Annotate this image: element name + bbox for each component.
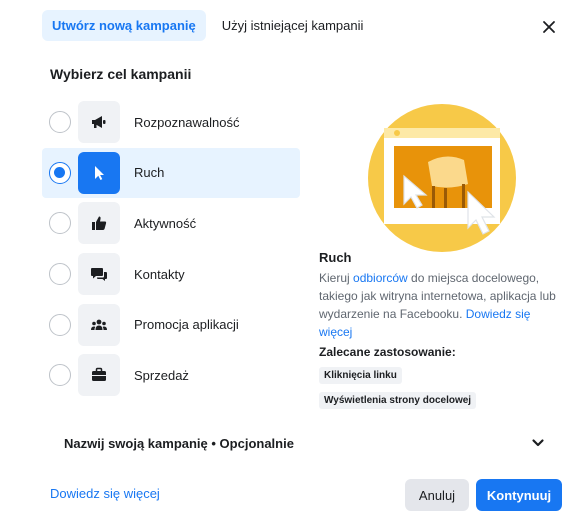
cursor-icon	[78, 151, 120, 194]
tab-create-new-campaign[interactable]: Utwórz nową kampanię	[42, 10, 206, 41]
description-text: Kieruj	[319, 271, 354, 285]
recommended-tag: Wyświetlenia strony docelowej	[319, 392, 477, 409]
objective-sales[interactable]: Sprzedaż	[42, 350, 300, 401]
chevron-down-icon[interactable]	[531, 436, 545, 450]
footer-learn-more-link[interactable]: Dowiedz się więcej	[50, 486, 160, 501]
recommended-tag: Kliknięcia linku	[319, 367, 402, 384]
detail-description: Kieruj odbiorców do miejsca docelowego, …	[319, 269, 559, 341]
radio-button[interactable]	[49, 364, 71, 387]
radio-button[interactable]	[49, 263, 71, 286]
cancel-button[interactable]: Anuluj	[405, 479, 469, 511]
campaign-name-toggle[interactable]: Nazwij swoją kampanię • Opcjonalnie	[42, 428, 554, 458]
briefcase-icon	[78, 354, 120, 397]
detail-title: Ruch	[319, 250, 352, 265]
tag-list: Wyświetlenia strony docelowej	[319, 384, 559, 409]
objective-label: Ruch	[134, 165, 165, 181]
campaign-name-label: Nazwij swoją kampanię • Opcjonalnie	[64, 435, 294, 451]
thumbs-up-icon	[78, 202, 120, 245]
radio-button[interactable]	[49, 212, 71, 235]
tag-list: Kliknięcia linku	[319, 359, 559, 384]
objective-list: Rozpoznawalność Ruch Aktywność Kontakty …	[42, 97, 300, 401]
objective-label: Rozpoznawalność	[134, 114, 240, 130]
traffic-illustration	[364, 100, 520, 256]
people-icon	[78, 303, 120, 346]
radio-button[interactable]	[49, 313, 71, 336]
radio-button[interactable]	[49, 161, 71, 184]
objective-engagement[interactable]: Aktywność	[42, 198, 300, 249]
recommended-title: Zalecane zastosowanie:	[319, 345, 456, 359]
close-icon[interactable]	[538, 16, 560, 38]
objective-label: Promocja aplikacji	[134, 317, 239, 333]
objective-detail-panel: Ruch Kieruj odbiorców do miejsca docelow…	[319, 250, 559, 409]
chat-bubbles-icon	[78, 253, 120, 296]
audience-link[interactable]: odbiorców	[353, 271, 408, 285]
objective-leads[interactable]: Kontakty	[42, 249, 300, 300]
tab-use-existing-campaign[interactable]: Użyj istniejącej kampanii	[212, 10, 374, 41]
radio-button[interactable]	[49, 111, 71, 134]
objective-awareness[interactable]: Rozpoznawalność	[42, 97, 300, 148]
objective-label: Sprzedaż	[134, 367, 189, 383]
campaign-tabs: Utwórz nową kampanię Użyj istniejącej ka…	[42, 10, 373, 41]
objective-label: Kontakty	[134, 266, 185, 282]
radio-selected-dot	[54, 166, 65, 178]
section-title: Wybierz cel kampanii	[50, 66, 192, 82]
continue-button[interactable]: Kontynuuj	[476, 479, 562, 511]
objective-app-promotion[interactable]: Promocja aplikacji	[42, 299, 300, 350]
megaphone-icon	[78, 101, 120, 144]
objective-label: Aktywność	[134, 215, 197, 231]
objective-traffic[interactable]: Ruch	[42, 147, 300, 199]
